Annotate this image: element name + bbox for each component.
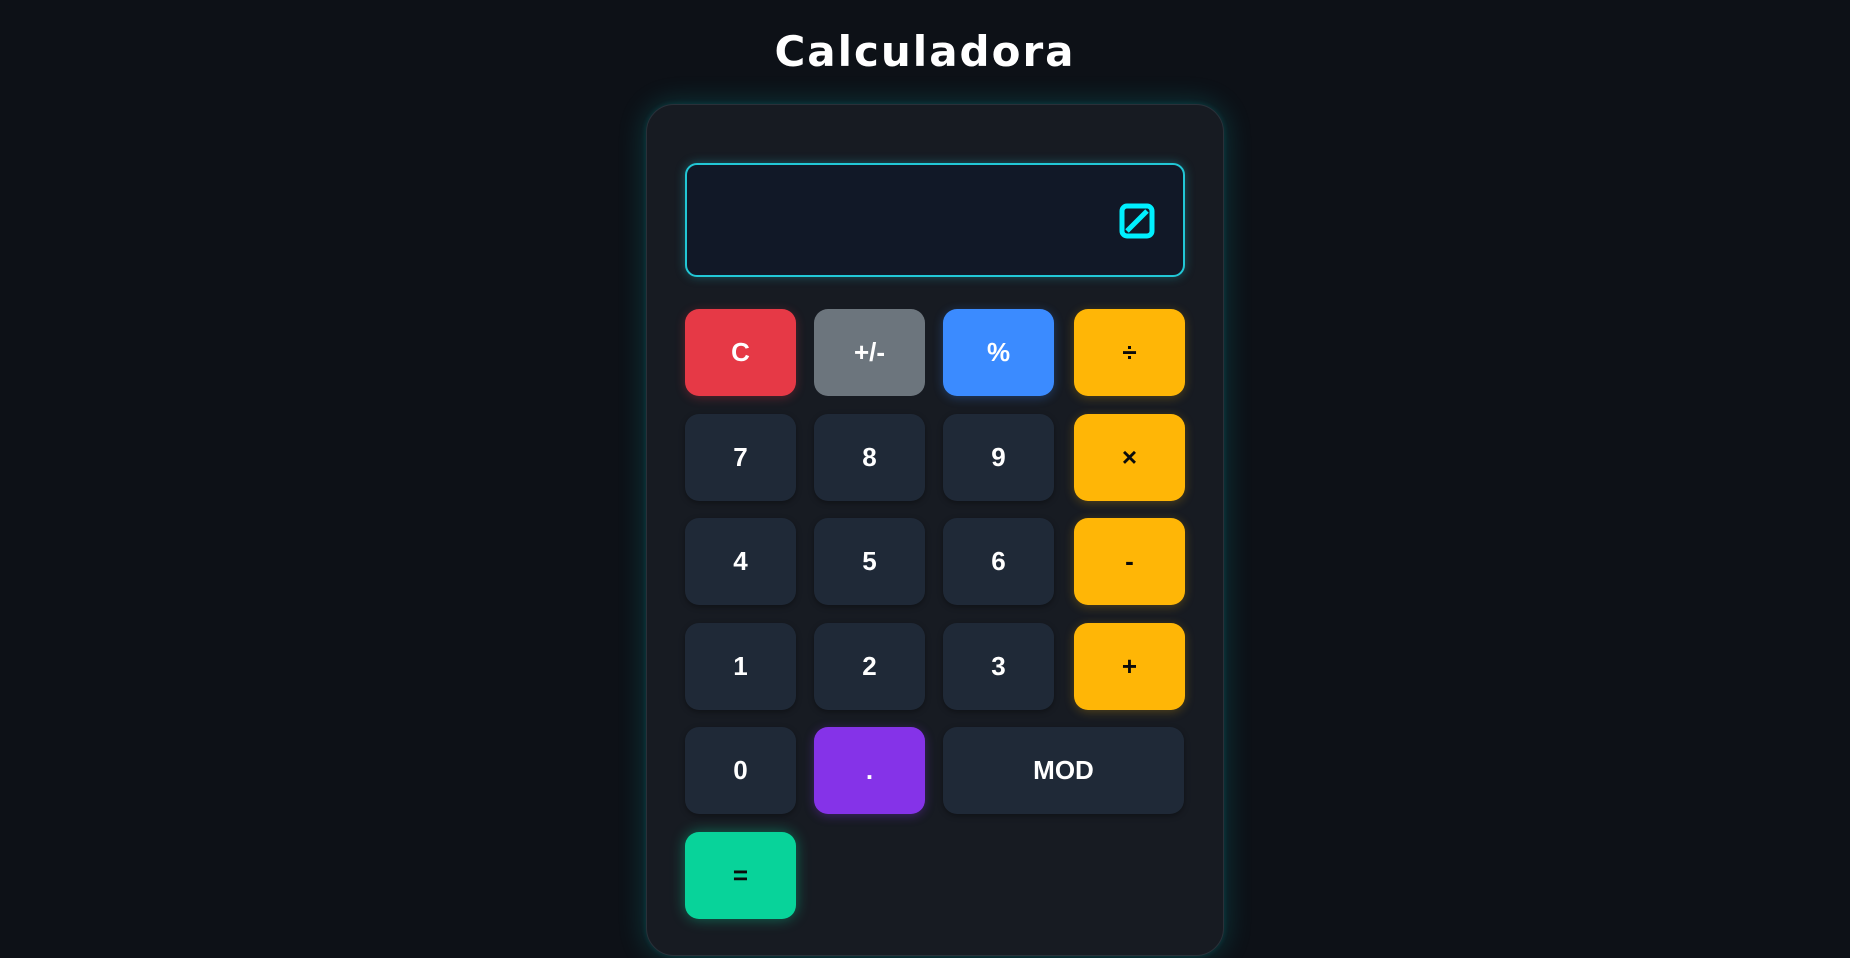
page: Calculadora C +/- % ÷ 7 8 9 × 4 5 6 - 1 …	[0, 0, 1850, 958]
toggle-sign-button[interactable]: +/-	[814, 309, 925, 396]
square-slash-icon	[1119, 203, 1155, 239]
digit-9-button[interactable]: 9	[943, 414, 1054, 501]
digit-6-button[interactable]: 6	[943, 518, 1054, 605]
digit-5-button[interactable]: 5	[814, 518, 925, 605]
subtract-button[interactable]: -	[1074, 518, 1185, 605]
divide-button[interactable]: ÷	[1074, 309, 1185, 396]
decimal-button[interactable]: .	[814, 727, 925, 814]
percent-button[interactable]: %	[943, 309, 1054, 396]
digit-0-button[interactable]: 0	[685, 727, 796, 814]
mod-button[interactable]: MOD	[943, 727, 1184, 814]
digit-2-button[interactable]: 2	[814, 623, 925, 710]
digit-1-button[interactable]: 1	[685, 623, 796, 710]
digit-3-button[interactable]: 3	[943, 623, 1054, 710]
app-title: Calculadora	[774, 27, 1076, 76]
calculator-panel: C +/- % ÷ 7 8 9 × 4 5 6 - 1 2 3 + 0 . MO…	[646, 104, 1224, 956]
add-button[interactable]: +	[1074, 623, 1185, 710]
digit-8-button[interactable]: 8	[814, 414, 925, 501]
digit-4-button[interactable]: 4	[685, 518, 796, 605]
clear-button[interactable]: C	[685, 309, 796, 396]
digit-7-button[interactable]: 7	[685, 414, 796, 501]
multiply-button[interactable]: ×	[1074, 414, 1185, 501]
calculator-display	[685, 163, 1185, 277]
equals-button[interactable]: =	[685, 832, 796, 919]
